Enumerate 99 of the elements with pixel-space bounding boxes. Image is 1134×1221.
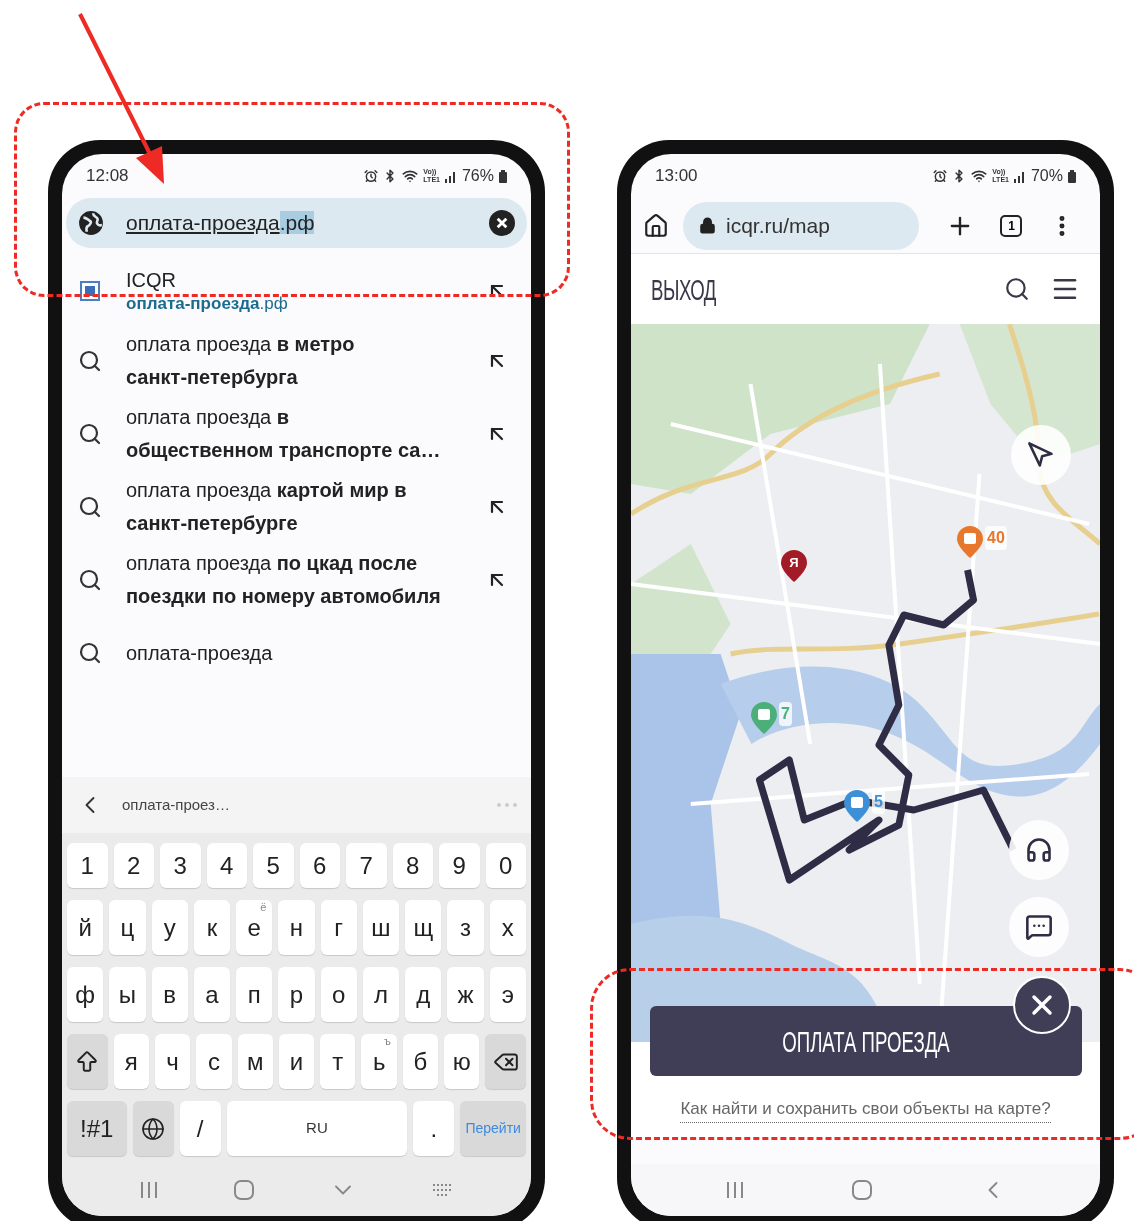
keyboard-key[interactable]: 6 — [299, 843, 340, 888]
shift-key[interactable] — [67, 1034, 108, 1089]
search-icon — [78, 494, 102, 519]
recent-apps-icon[interactable] — [139, 1180, 160, 1200]
clock-time: 12:08 — [86, 165, 129, 188]
keyboard-key[interactable]: г — [320, 900, 357, 955]
pay-fare-button[interactable]: ОПЛАТА ПРОЕЗДА — [649, 1006, 1082, 1076]
battery-percent: 76% — [461, 166, 494, 186]
keyboard-key[interactable]: й — [67, 900, 104, 955]
recent-apps-icon[interactable] — [724, 1180, 745, 1200]
alarm-icon — [364, 169, 379, 183]
map-pin-icon[interactable] — [751, 702, 777, 734]
more-dots-icon[interactable] — [497, 803, 517, 807]
keyboard-key[interactable]: ф — [67, 967, 104, 1022]
search-icon[interactable] — [1004, 276, 1030, 302]
navigation-arrow-icon — [1027, 441, 1055, 469]
signal-icon — [444, 169, 457, 183]
keyboard-key[interactable]: с — [196, 1034, 232, 1089]
url-field[interactable]: icqr.ru/map — [683, 201, 919, 250]
keyboard-key[interactable]: 0 — [485, 843, 526, 888]
keyboard-key[interactable]: о — [320, 967, 357, 1022]
home-icon[interactable] — [643, 212, 669, 239]
keyboard-key[interactable]: б — [402, 1034, 439, 1089]
keyboard-key[interactable]: м — [237, 1034, 273, 1089]
suggestion-title[interactable]: ICQR — [126, 267, 485, 293]
wifi-icon — [971, 168, 988, 184]
keyboard-key[interactable]: в — [151, 967, 188, 1022]
signal-icon — [1013, 169, 1026, 183]
keyboard-key[interactable]: / — [179, 1101, 221, 1156]
space-bar[interactable]: RU — [226, 1101, 408, 1156]
symbols-key[interactable]: !#1 — [67, 1101, 127, 1156]
battery-icon — [499, 169, 507, 183]
keyboard-key[interactable]: т — [320, 1034, 356, 1089]
keyboard-key[interactable]: . — [413, 1101, 455, 1156]
location-pin[interactable]: Я — [781, 550, 807, 582]
pin-label: 5 — [872, 790, 885, 814]
keyboard-key[interactable]: у — [151, 900, 188, 955]
globe-icon — [78, 210, 104, 236]
keyboard-key[interactable]: 3 — [160, 843, 201, 888]
suggestion-url: оплата-проезда.рф — [126, 293, 289, 315]
keyboard-key[interactable]: ы — [109, 967, 146, 1022]
keyboard-key[interactable]: р — [278, 967, 315, 1022]
home-button-icon[interactable] — [234, 1180, 255, 1200]
wifi-icon — [402, 168, 419, 184]
clear-icon[interactable] — [489, 210, 515, 236]
suggestion-text: оплата проезда по цкад после поездки по номеру автомобиля — [126, 550, 442, 609]
keyboard-key[interactable]: щ — [405, 900, 442, 955]
suggestion-text: оплата проезда в общественном транспорте са… — [126, 404, 442, 463]
address-field[interactable]: оплата-проезда.рф — [66, 198, 527, 248]
keyboard-key[interactable]: ц — [109, 900, 146, 955]
search-icon — [78, 641, 102, 665]
keyboard-key[interactable]: л — [362, 967, 400, 1022]
keyboard-key[interactable]: н — [278, 900, 315, 955]
language-key[interactable] — [132, 1101, 174, 1156]
map-pin-icon[interactable] — [844, 790, 870, 822]
keyboard-key[interactable]: 7 — [346, 843, 387, 888]
keyboard-key[interactable]: д — [405, 967, 442, 1022]
keyboard-key[interactable]: ю — [444, 1034, 480, 1089]
keyboard-key[interactable]: и — [278, 1034, 315, 1089]
search-icon — [78, 567, 102, 592]
home-button-icon[interactable] — [851, 1180, 872, 1200]
keyboard-key[interactable]: 9 — [439, 843, 480, 888]
lock-icon — [699, 217, 716, 234]
keyboard-key[interactable]: 1 — [67, 843, 108, 888]
keyboard-key[interactable]: 2 — [113, 843, 154, 888]
suggestion-text: оплата-проезда — [126, 640, 274, 666]
alarm-icon — [933, 169, 948, 183]
search-icon — [78, 348, 102, 373]
site-favicon-icon — [80, 281, 100, 301]
keyboard-key[interactable]: ш — [362, 900, 400, 955]
map-pin-icon[interactable] — [957, 526, 983, 558]
pin-label: 40 — [985, 526, 1007, 550]
battery-percent: 70% — [1030, 166, 1063, 186]
battery-icon — [1068, 169, 1076, 183]
suggestion-word[interactable]: оплата-проез… — [122, 793, 497, 817]
key-hint: ё — [260, 902, 267, 913]
keyboard-key[interactable]: ж — [447, 967, 484, 1022]
keyboard-icon[interactable] — [431, 1183, 454, 1197]
clock-time: 13:00 — [655, 165, 698, 188]
keyboard-key[interactable]: 4 — [206, 843, 247, 888]
keyboard-key[interactable]: а — [193, 967, 231, 1022]
keyboard-key[interactable]: 8 — [392, 843, 433, 888]
keyboard-key[interactable]: ч — [154, 1034, 191, 1089]
keyboard-key[interactable]: х — [489, 900, 526, 955]
site-logo[interactable]: ВЫХОД — [651, 266, 716, 312]
backspace-key[interactable] — [485, 1034, 527, 1089]
tab-count-button[interactable]: 1 — [1000, 214, 1023, 237]
pin-label: 7 — [779, 702, 792, 726]
keyboard-key[interactable]: я — [113, 1034, 149, 1089]
keyboard-key[interactable]: п — [236, 967, 273, 1022]
globe-icon — [141, 1116, 166, 1141]
search-icon — [78, 421, 102, 446]
keyboard-key[interactable]: э — [489, 967, 526, 1022]
chat-icon — [1025, 913, 1053, 941]
keyboard-key[interactable]: к — [193, 900, 231, 955]
headset-icon — [1025, 836, 1053, 864]
key-hint: ъ — [383, 1036, 391, 1047]
keyboard-key[interactable]: з — [447, 900, 484, 955]
keyboard-key[interactable]: 5 — [253, 843, 294, 888]
